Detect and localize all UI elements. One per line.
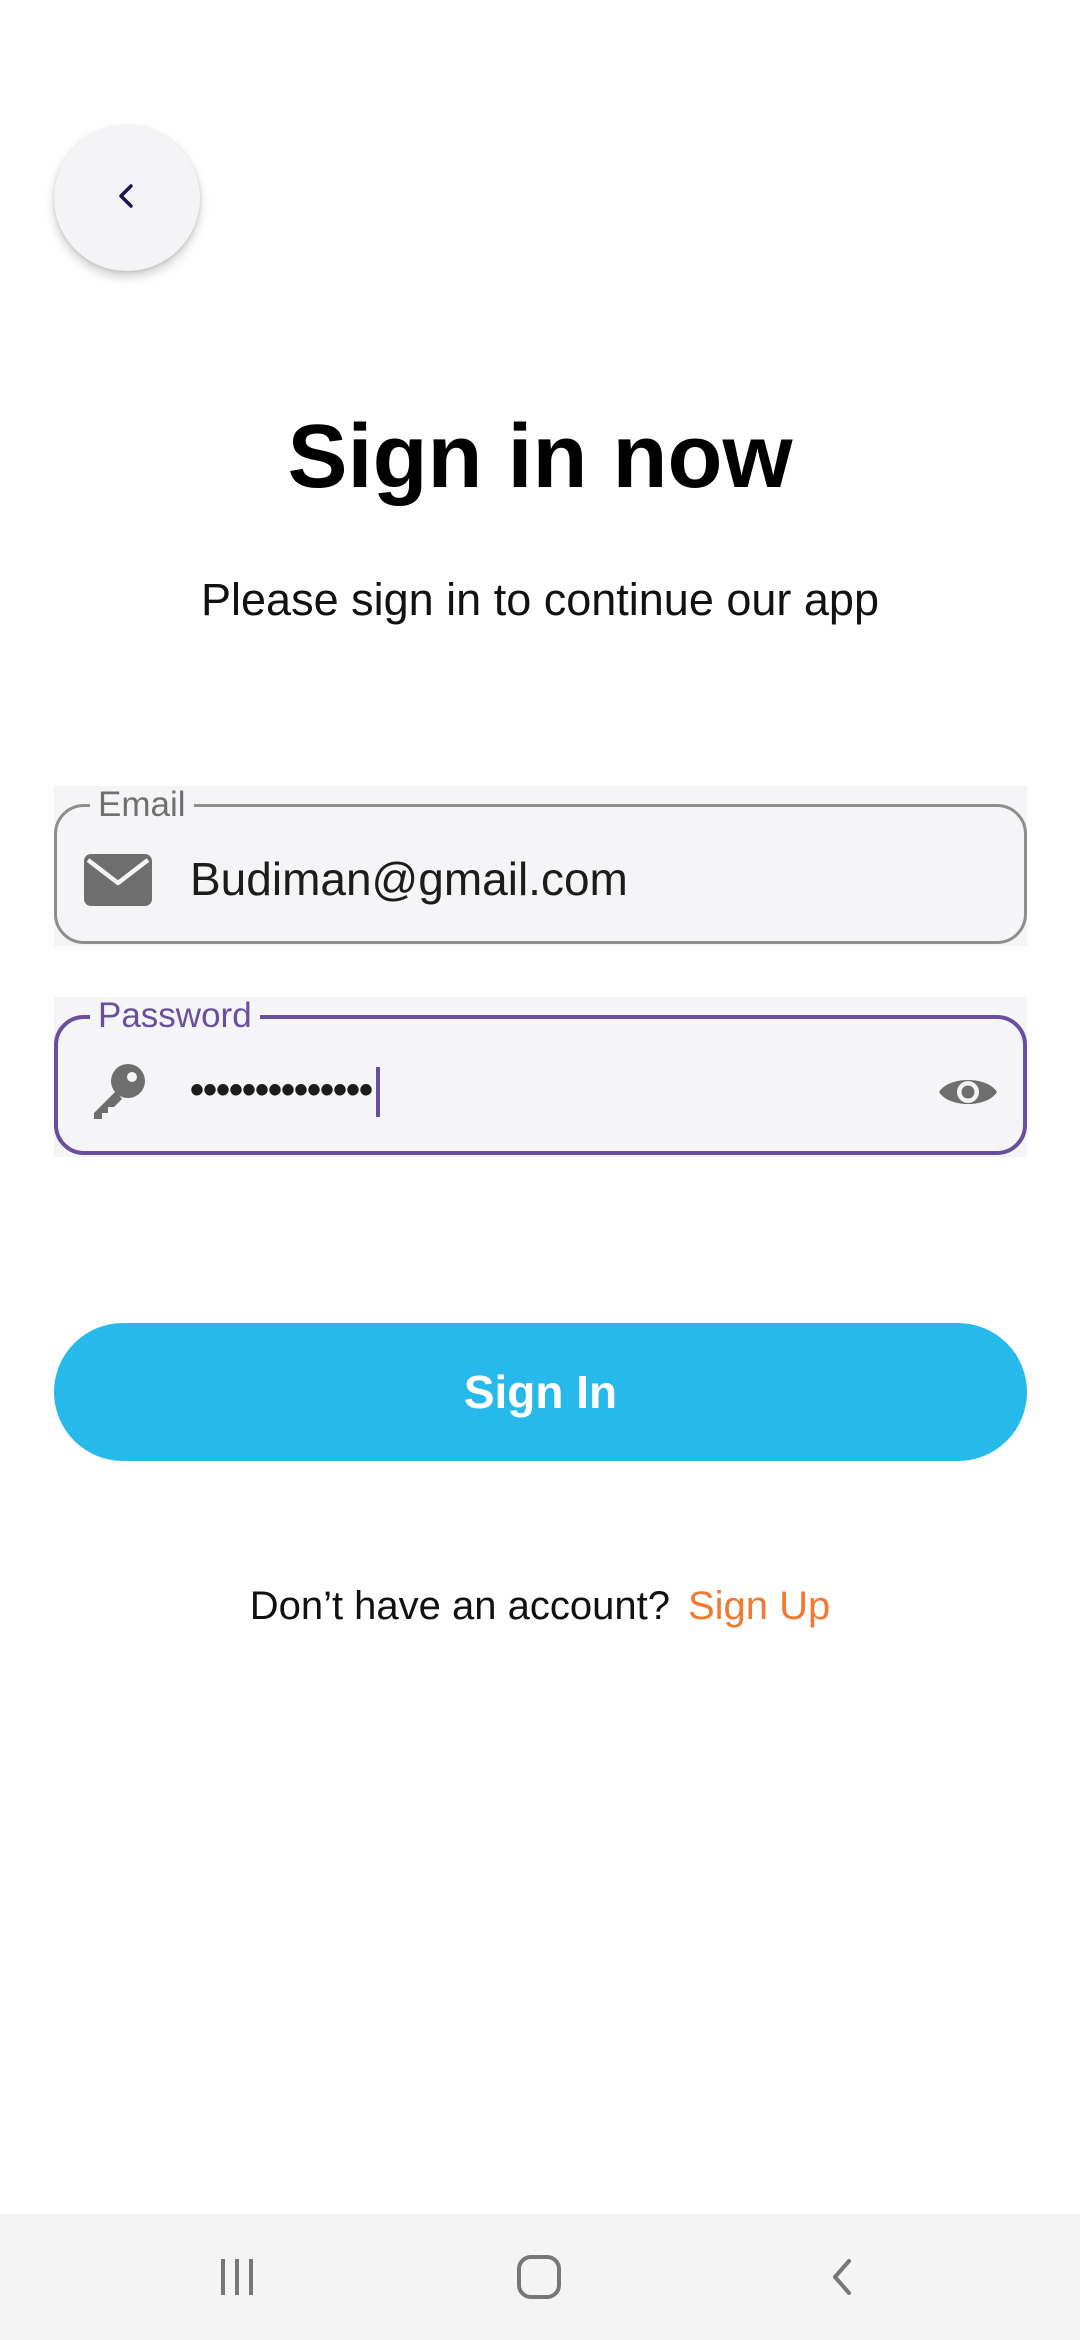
sign-in-label: Sign In: [463, 1366, 618, 1418]
page-title: Sign in now: [287, 407, 793, 507]
sign-in-button[interactable]: Sign In: [54, 1323, 1027, 1461]
system-navigation-bar: [0, 2214, 1080, 2340]
signup-prompt: Don’t have an account? Sign Up: [0, 1578, 1080, 1634]
sign-up-link[interactable]: Sign Up: [688, 1584, 830, 1628]
password-dots: ••••••••••••••: [190, 1068, 373, 1112]
password-field[interactable]: Password ••••••••••••••: [54, 997, 1027, 1157]
home-icon[interactable]: [504, 2242, 574, 2312]
back-button[interactable]: [54, 125, 200, 271]
page-subtitle: Please sign in to continue our app: [201, 574, 879, 625]
text-caret: [376, 1067, 381, 1118]
recents-icon[interactable]: [202, 2242, 272, 2312]
email-field[interactable]: Email Budiman@gmail.com: [54, 786, 1027, 946]
password-label: Password: [90, 997, 260, 1035]
back-icon[interactable]: [808, 2242, 878, 2312]
password-input[interactable]: ••••••••••••••: [190, 1059, 381, 1121]
signup-question: Don’t have an account?: [249, 1584, 670, 1628]
email-input[interactable]: Budiman@gmail.com: [190, 848, 628, 910]
eye-icon[interactable]: [933, 1057, 1003, 1127]
key-icon: [82, 1055, 154, 1127]
chevron-left-icon: [107, 176, 147, 221]
email-label: Email: [90, 786, 194, 824]
mail-icon: [82, 844, 154, 916]
